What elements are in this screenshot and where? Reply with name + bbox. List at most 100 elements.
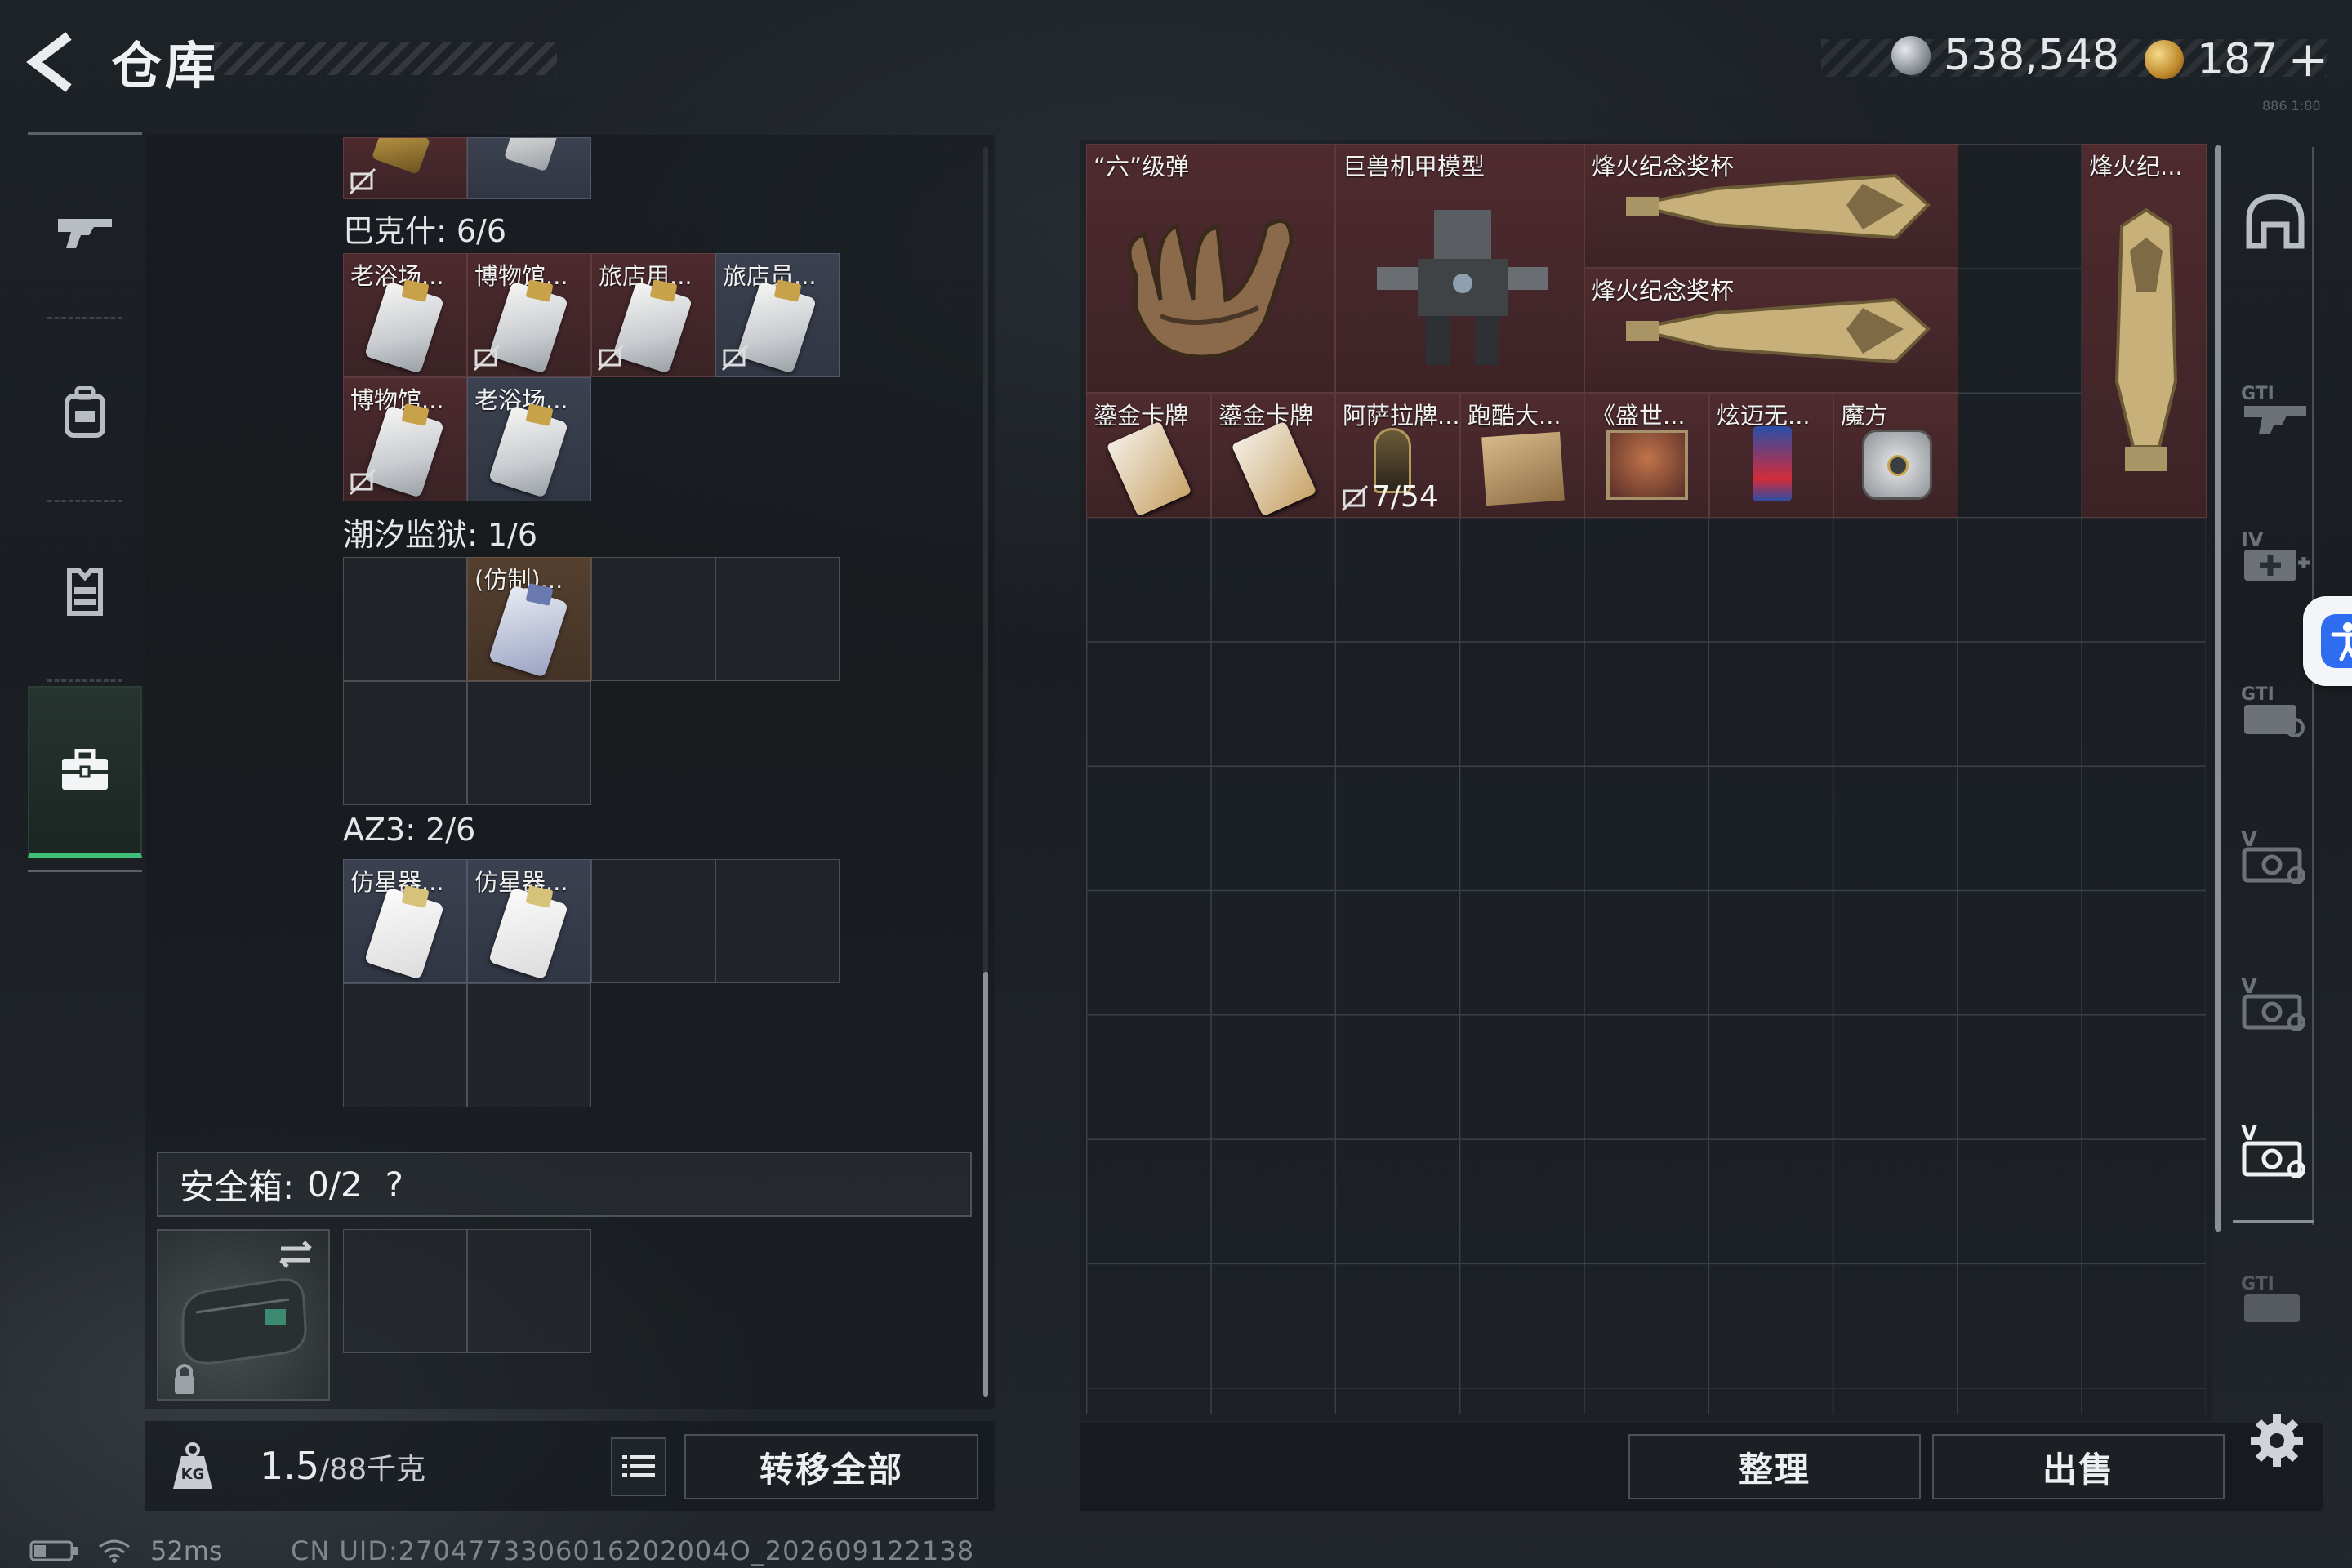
gold-card-icon bbox=[1106, 421, 1192, 517]
weight-icon: KG bbox=[170, 1441, 216, 1490]
nav-backpack[interactable] bbox=[28, 327, 142, 498]
stash-item[interactable]: 魔方 bbox=[1833, 393, 1958, 518]
grid-item[interactable]: 老浴场... bbox=[343, 253, 467, 377]
gold-plus-button[interactable]: + bbox=[2287, 31, 2328, 88]
grid-slot[interactable] bbox=[591, 859, 715, 983]
iv-medkit-icon: IV bbox=[2241, 528, 2310, 581]
trophy-horizontal-icon bbox=[1626, 297, 1931, 364]
loadout-scrollbar[interactable] bbox=[983, 147, 988, 1396]
filter-gti-case[interactable]: GTI bbox=[2236, 1250, 2314, 1348]
gold-currency[interactable]: 187 + bbox=[2145, 31, 2329, 88]
grid-item[interactable]: 博物馆... bbox=[467, 253, 591, 377]
safebox-grid bbox=[343, 1229, 591, 1353]
grid-item[interactable]: 博物馆... bbox=[343, 377, 467, 501]
grid-slot[interactable] bbox=[467, 1229, 591, 1353]
loadout-scroll-thumb[interactable] bbox=[983, 972, 988, 1396]
stash-item[interactable]: 烽火纪念奖杯 bbox=[1584, 268, 1958, 393]
parchment-icon bbox=[1481, 431, 1565, 506]
stack-count: 7/54 bbox=[1372, 480, 1438, 514]
battery-icon bbox=[29, 1540, 78, 1561]
grid-slot[interactable] bbox=[715, 859, 840, 983]
nav-vest[interactable] bbox=[28, 506, 142, 678]
swap-icon bbox=[279, 1241, 312, 1268]
silver-currency: 538,548 bbox=[1891, 31, 2119, 80]
container-title: AZ3: 2/6 bbox=[343, 812, 476, 848]
gti-case-icon: GTI bbox=[2241, 1274, 2300, 1322]
no-trade-icon bbox=[349, 167, 376, 195]
filter-helmet[interactable] bbox=[2236, 172, 2314, 270]
vest-icon bbox=[67, 568, 103, 616]
stash-item[interactable]: 巨兽机甲模型 bbox=[1335, 144, 1584, 393]
list-view-button[interactable] bbox=[611, 1437, 666, 1496]
grid-item[interactable]: 仿星器... bbox=[343, 859, 467, 983]
trophy-vertical-icon bbox=[2114, 207, 2178, 471]
filter-v-case-2[interactable]: V bbox=[2236, 954, 2314, 1052]
settings-button[interactable] bbox=[2247, 1411, 2306, 1470]
grid-item[interactable]: (仿制)... bbox=[467, 557, 591, 681]
stash-item[interactable]: 鎏金卡牌 bbox=[1211, 393, 1335, 518]
painting-icon bbox=[1606, 430, 1688, 500]
weight-readout: 1.5/88千克 bbox=[260, 1444, 426, 1488]
grid-slot[interactable] bbox=[343, 983, 467, 1107]
status-bar: 52ms bbox=[29, 1535, 223, 1566]
stash-item[interactable]: 烽火纪念奖杯 bbox=[1584, 144, 1958, 268]
v-case-icon: V bbox=[2241, 827, 2305, 884]
filter-v-case-active[interactable]: V bbox=[2236, 1101, 2314, 1199]
uid-text: CN UID:2704773306016202004O_202609122138 bbox=[291, 1535, 975, 1566]
stash-item[interactable]: 跑酷大... bbox=[1460, 393, 1584, 518]
filter-gti-gun-2[interactable]: GTI bbox=[2236, 662, 2314, 760]
grid-slot[interactable] bbox=[343, 681, 467, 805]
accessibility-button[interactable] bbox=[2303, 596, 2352, 686]
container-grid-bakesh: 老浴场... 博物馆... 旅店用... 旅店员... 博物馆... 老浴场..… bbox=[343, 253, 840, 501]
prev-container-grid bbox=[343, 137, 840, 199]
no-trade-icon bbox=[349, 468, 376, 496]
stash-scrollbar[interactable] bbox=[2215, 145, 2221, 1232]
sort-button[interactable]: 整理 bbox=[1628, 1434, 1921, 1499]
safebox-label: 安全箱: bbox=[180, 1166, 295, 1207]
stash-item[interactable]: 炫迈无... bbox=[1709, 393, 1833, 518]
svg-text:GTI: GTI bbox=[2241, 384, 2274, 404]
grid-item[interactable]: 老浴场... bbox=[467, 377, 591, 501]
svg-text:GTI: GTI bbox=[2241, 1274, 2274, 1294]
stash-item[interactable]: 烽火纪... bbox=[2082, 144, 2207, 518]
safebox-case[interactable] bbox=[157, 1229, 330, 1401]
safebox-count: 0/2 bbox=[307, 1164, 363, 1205]
stash-item[interactable]: “六”级弹 bbox=[1086, 144, 1335, 393]
transfer-all-button[interactable]: 转移全部 bbox=[684, 1434, 978, 1499]
rifle-icon bbox=[58, 219, 112, 248]
ping-readout: 52ms bbox=[150, 1535, 223, 1566]
grid-slot[interactable] bbox=[467, 137, 591, 199]
grid-slot[interactable] bbox=[467, 681, 591, 805]
no-trade-icon bbox=[1341, 484, 1369, 512]
safebox-header: 安全箱: 0/2 ? bbox=[157, 1152, 972, 1217]
grid-item[interactable]: 仿星器... bbox=[467, 859, 591, 983]
gum-pack-icon bbox=[1753, 426, 1792, 501]
grid-slot[interactable] bbox=[715, 557, 840, 681]
rail-active-underline bbox=[2233, 1220, 2314, 1223]
filter-v-case[interactable]: V bbox=[2236, 807, 2314, 905]
back-button[interactable] bbox=[23, 29, 88, 95]
stash-item[interactable]: 阿萨拉牌... 7/54 bbox=[1335, 393, 1460, 518]
trophy-horizontal-icon bbox=[1626, 173, 1931, 240]
grid-slot[interactable] bbox=[343, 557, 467, 681]
safebox-help-button[interactable]: ? bbox=[374, 1165, 415, 1205]
no-trade-icon bbox=[597, 344, 625, 372]
back-arrow-icon bbox=[26, 32, 72, 92]
stash-item[interactable]: 鎏金卡牌 bbox=[1086, 393, 1211, 518]
filter-gti-gun[interactable]: GTI bbox=[2236, 359, 2314, 457]
silver-coin-icon bbox=[1891, 36, 1931, 75]
stash-item[interactable]: 《盛世... bbox=[1584, 393, 1709, 518]
sell-button[interactable]: 出售 bbox=[1932, 1434, 2225, 1499]
nav-briefcase[interactable] bbox=[28, 686, 142, 858]
grid-slot[interactable] bbox=[343, 1229, 467, 1353]
gold-amount: 187 bbox=[2197, 35, 2278, 84]
grid-slot[interactable] bbox=[467, 983, 591, 1107]
nav-weapons[interactable] bbox=[28, 147, 142, 318]
gold-coin-icon bbox=[2145, 40, 2184, 79]
grid-item[interactable]: 旅店员... bbox=[715, 253, 840, 377]
v-case-active-icon: V bbox=[2241, 1121, 2305, 1178]
grid-slot[interactable] bbox=[343, 137, 467, 199]
grid-slot[interactable] bbox=[591, 557, 715, 681]
grid-item[interactable]: 旅店用... bbox=[591, 253, 715, 377]
filter-iv-medkit[interactable]: IV bbox=[2236, 506, 2314, 604]
